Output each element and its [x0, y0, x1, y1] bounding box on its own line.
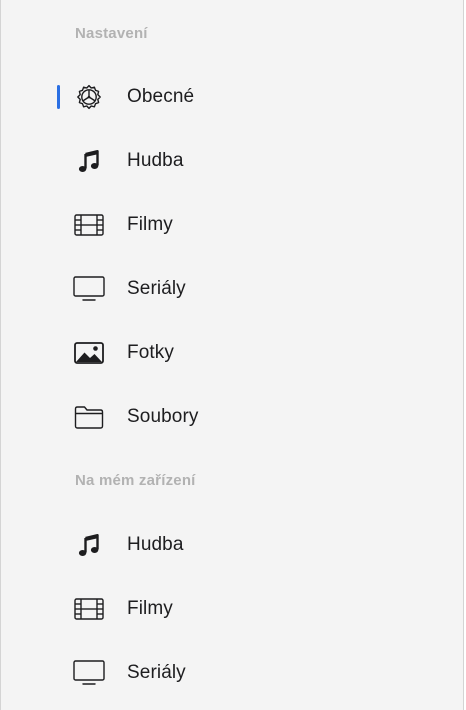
sidebar-item-label: Hudba [127, 150, 184, 171]
sidebar-item-photos[interactable]: Fotky [1, 327, 461, 379]
sidebar-item-music[interactable]: Hudba [1, 135, 461, 187]
photo-icon [71, 339, 107, 367]
gear-icon [71, 83, 107, 111]
section-header-on-my-device: Na mém zařízení [75, 472, 196, 489]
sidebar-item-device-movies[interactable]: Filmy [1, 583, 461, 635]
film-icon [71, 211, 107, 239]
folder-icon [71, 403, 107, 431]
sidebar-item-device-music[interactable]: Hudba [1, 519, 461, 571]
sidebar-item-label: Filmy [127, 214, 173, 235]
sidebar: Nastavení Obecné Hudba Filmy Seriály Fot… [0, 0, 464, 710]
music-note-icon [71, 147, 107, 175]
sidebar-item-label: Seriály [127, 278, 186, 299]
sidebar-item-movies[interactable]: Filmy [1, 199, 461, 251]
tv-icon [71, 275, 107, 303]
sidebar-item-label: Seriály [127, 662, 186, 683]
sidebar-item-label: Filmy [127, 598, 173, 619]
sidebar-item-device-tv-shows[interactable]: Seriály [1, 647, 461, 699]
sidebar-item-files[interactable]: Soubory [1, 391, 461, 443]
sidebar-item-label: Obecné [127, 86, 195, 107]
music-note-icon [71, 531, 107, 559]
tv-icon [71, 659, 107, 687]
section-header-settings: Nastavení [75, 25, 148, 42]
film-icon [71, 595, 107, 623]
sidebar-item-general[interactable]: Obecné [1, 71, 461, 123]
selection-indicator [57, 85, 60, 109]
sidebar-item-label: Soubory [127, 406, 199, 427]
sidebar-item-label: Hudba [127, 534, 184, 555]
sidebar-item-tv-shows[interactable]: Seriály [1, 263, 461, 315]
sidebar-item-label: Fotky [127, 342, 174, 363]
